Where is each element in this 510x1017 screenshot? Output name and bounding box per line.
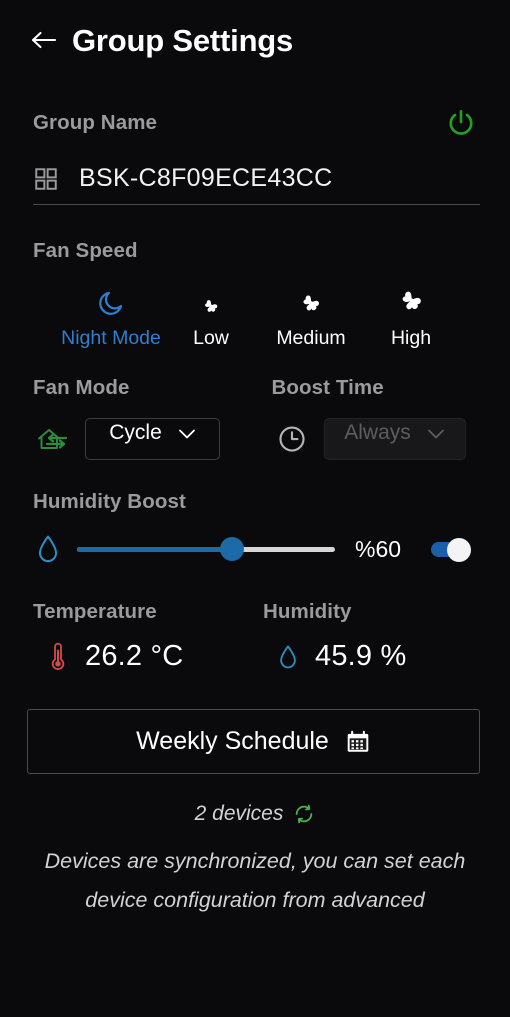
weekly-schedule-button[interactable]: Weekly Schedule (27, 709, 480, 774)
fan-speed-option-low[interactable]: Low (161, 281, 261, 350)
humidity-boost-control: %60 (33, 534, 510, 564)
fan-mode-label: Fan Mode (33, 376, 130, 399)
page-title: Group Settings (72, 22, 294, 58)
chevron-down-icon (178, 427, 196, 445)
weekly-schedule-label: Weekly Schedule (136, 727, 329, 755)
fan-speed-option-label: Low (193, 327, 229, 349)
humidity-reading: Humidity 45.9 % (263, 600, 493, 673)
fan-mode-group: Fan Mode Cycle (33, 376, 272, 460)
group-name-value: BSK-C8F09ECE43CC (79, 164, 333, 192)
humidity-value-row: 45.9 % (263, 640, 493, 673)
fan-mode-dropdown[interactable]: Cycle (85, 418, 220, 460)
fan-speed-label: Fan Speed (33, 239, 138, 262)
chevron-down-icon (427, 427, 445, 445)
humidity-boost-slider[interactable] (77, 536, 335, 562)
fan-speed-section: Fan Speed Night Mode Low Medium High (0, 205, 510, 350)
boost-time-dropdown[interactable]: Always (323, 418, 466, 460)
temperature-value-row: 26.2 °C (33, 640, 263, 673)
humidity-boost-value: %60 (355, 535, 402, 562)
fan-speed-option-medium[interactable]: Medium (261, 281, 361, 350)
slider-track-fill (77, 546, 232, 552)
moon-icon (97, 281, 125, 317)
fan-speed-option-night-mode[interactable]: Night Mode (61, 281, 161, 350)
humidity-boost-toggle[interactable] (431, 538, 471, 562)
fan-icon (395, 281, 428, 317)
fan-icon (200, 281, 222, 317)
fan-speed-options: Night Mode Low Medium High (33, 281, 510, 350)
boost-time-control: Always (272, 418, 510, 460)
temperature-label: Temperature (33, 600, 157, 623)
humidity-value: 45.9 % (315, 640, 407, 672)
water-drop-icon (33, 534, 63, 564)
group-name-input[interactable]: BSK-C8F09ECE43CC (33, 164, 480, 205)
slider-thumb[interactable] (219, 537, 244, 561)
group-name-section: Group Name BSK-C8F09ECE43CC (0, 66, 510, 205)
devices-count-row: 2 devices (0, 802, 510, 826)
house-airflow-icon (33, 424, 73, 454)
boost-time-label: Boost Time (271, 376, 384, 399)
grid-icon (33, 166, 59, 192)
power-icon[interactable] (444, 106, 478, 140)
toggle-knob (447, 538, 471, 562)
readings-section: Temperature 26.2 °C Humidity 45.9 % (0, 564, 510, 673)
humidity-boost-label: Humidity Boost (33, 490, 186, 513)
thermometer-icon (45, 641, 71, 673)
group-name-label: Group Name (33, 111, 158, 134)
fan-speed-option-label: Night Mode (61, 327, 161, 349)
fan-speed-option-high[interactable]: High (361, 281, 461, 350)
temperature-value: 26.2 °C (85, 640, 184, 672)
footer-note: Devices are synchronized, you can set ea… (44, 849, 466, 912)
fan-icon (297, 281, 325, 317)
humidity-boost-section: Humidity Boost %60 (0, 460, 510, 564)
boost-time-value: Always (344, 420, 411, 444)
back-arrow-icon[interactable] (28, 25, 58, 55)
fan-speed-option-label: High (390, 327, 432, 349)
fan-mode-value: Cycle (109, 420, 162, 444)
fan-speed-option-label: Medium (276, 327, 346, 349)
clock-icon (272, 424, 312, 454)
boost-time-group: Boost Time Always (272, 376, 510, 460)
temperature-reading: Temperature 26.2 °C (33, 600, 263, 673)
humidity-label: Humidity (263, 600, 352, 623)
sync-icon[interactable] (293, 803, 315, 825)
footer-section: 2 devices Devices are synchronized, you … (0, 774, 510, 920)
calendar-icon (345, 729, 371, 755)
page-header: Group Settings (0, 0, 510, 66)
devices-count-text: 2 devices (194, 802, 284, 825)
group-name-header-row: Group Name (33, 106, 480, 140)
mode-section: Fan Mode Cycle Boost Time Always (0, 350, 510, 460)
fan-mode-control: Cycle (33, 418, 272, 460)
schedule-section: Weekly Schedule (0, 673, 510, 774)
water-drop-icon (275, 643, 301, 671)
